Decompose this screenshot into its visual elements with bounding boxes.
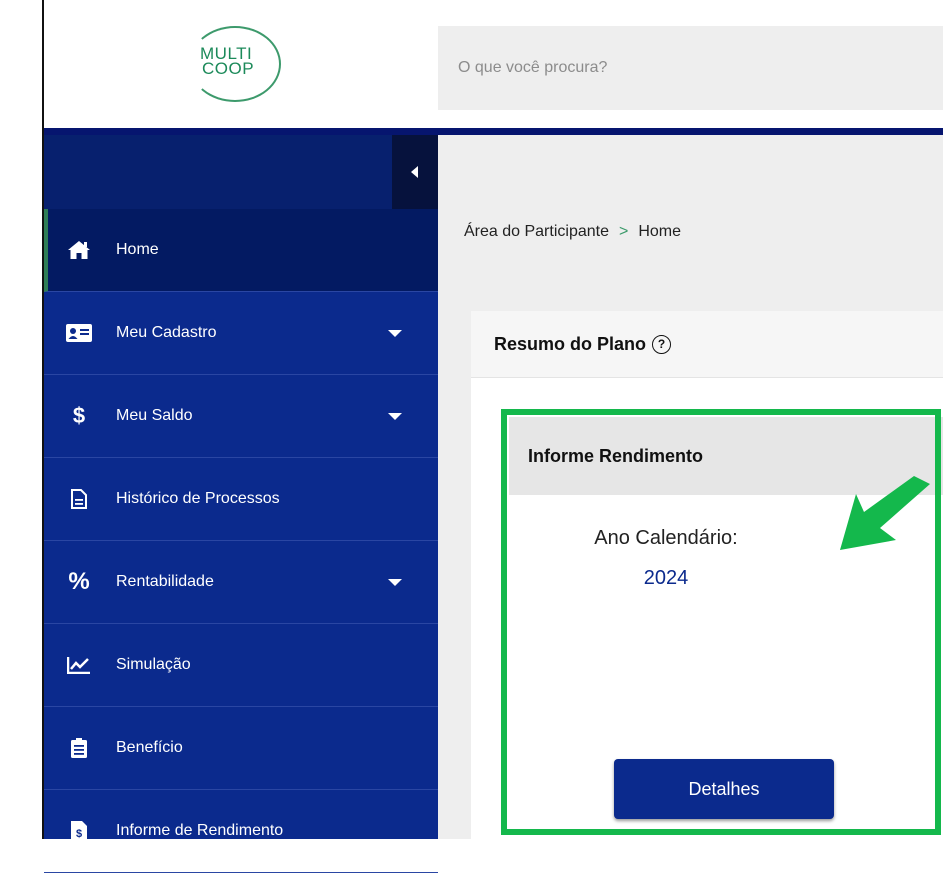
sidebar-item-simulacao[interactable]: Simulação (44, 624, 438, 707)
help-icon[interactable]: ? (652, 334, 672, 354)
sidebar-item-label: Home (116, 241, 159, 258)
logo-line-2: COOP (202, 59, 255, 78)
sidebar-item-label: Histórico de Processos (116, 490, 280, 507)
breadcrumb-root[interactable]: Área do Participante (464, 223, 609, 240)
caret-left-icon (411, 166, 418, 178)
sidebar-top (44, 135, 438, 209)
header: MULTI COOP (44, 0, 943, 128)
breadcrumb: Área do Participante > Home (464, 223, 681, 241)
id-card-icon (66, 324, 92, 342)
highlight-box (501, 409, 941, 835)
dollar-icon: $ (72, 403, 86, 428)
clipboard-icon (66, 738, 92, 758)
chevron-down-icon[interactable] (388, 579, 402, 586)
plan-summary-header: Resumo do Plano ? (471, 311, 943, 378)
sidebar-item-meu-cadastro[interactable]: Meu Cadastro (44, 292, 438, 375)
document-icon (66, 489, 92, 509)
arrow-annotation-icon (840, 476, 930, 550)
chevron-down-icon[interactable] (388, 413, 402, 420)
header-divider (44, 128, 943, 135)
sidebar-item-label: Benefício (116, 739, 183, 756)
search-input[interactable] (456, 58, 943, 78)
invoice-icon: $ (66, 821, 92, 841)
sidebar-item-meu-saldo[interactable]: $ Meu Saldo (44, 375, 438, 458)
sidebar-item-home[interactable]: Home (44, 209, 438, 292)
home-icon (66, 240, 92, 260)
sidebar-item-beneficio[interactable]: Benefício (44, 707, 438, 790)
chart-line-icon (66, 656, 92, 674)
logo[interactable]: MULTI COOP (194, 45, 294, 78)
sidebar-item-label: Rentabilidade (116, 573, 214, 590)
plan-summary-title: Resumo do Plano (494, 333, 647, 354)
sidebar-item-label: Simulação (116, 656, 191, 673)
sidebar-item-informe-rendimento[interactable]: $ Informe de Rendimento (44, 790, 438, 873)
sidebar-collapse-button[interactable] (392, 135, 438, 209)
breadcrumb-separator: > (618, 223, 629, 240)
sidebar-item-label: Meu Saldo (116, 407, 193, 424)
svg-text:$: $ (76, 828, 82, 840)
sidebar: Home Meu Cadastro $ Meu Saldo Histórico … (44, 135, 438, 873)
sidebar-item-historico-processos[interactable]: Histórico de Processos (44, 458, 438, 541)
chevron-down-icon[interactable] (388, 330, 402, 337)
sidebar-item-label: Meu Cadastro (116, 324, 217, 341)
sidebar-item-rentabilidade[interactable]: % Rentabilidade (44, 541, 438, 624)
percent-icon: % (68, 568, 90, 595)
breadcrumb-current: Home (638, 223, 682, 240)
sidebar-item-label: Informe de Rendimento (116, 822, 284, 839)
search-box[interactable] (438, 26, 943, 110)
